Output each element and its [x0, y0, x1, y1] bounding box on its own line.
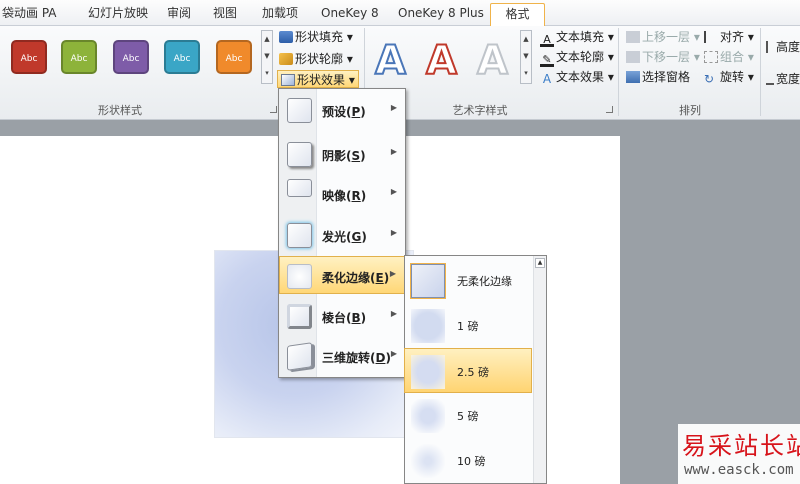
- bevel-icon: [287, 304, 312, 329]
- submenu-arrow-icon: ▶: [390, 228, 397, 237]
- tab-review[interactable]: 审阅: [167, 3, 197, 26]
- align-icon: [704, 31, 718, 43]
- shape-style-swatch-red[interactable]: Abc: [11, 40, 47, 74]
- menu-item-reflection[interactable]: 映像(R) ▶: [280, 175, 405, 213]
- soft-edge-option-1pt[interactable]: 1 磅: [405, 303, 533, 348]
- shape-style-swatch-purple[interactable]: Abc: [113, 40, 149, 74]
- shape-styles-group-label: 形状样式: [98, 104, 142, 117]
- text-fill-button[interactable]: A 文本填充 ▾: [540, 28, 614, 47]
- submenu-arrow-icon: ▶: [389, 269, 396, 278]
- wordart-dialog-launcher-icon[interactable]: [606, 106, 613, 113]
- align-button[interactable]: 对齐 ▾: [704, 28, 754, 46]
- tab-addins[interactable]: 加载项: [262, 3, 306, 26]
- tab-view[interactable]: 视图: [213, 3, 243, 26]
- paint-bucket-icon: [279, 31, 293, 43]
- group-button[interactable]: 组合 ▾: [704, 48, 754, 66]
- text-outline-icon: ✎: [540, 54, 554, 67]
- preset-icon: [287, 98, 312, 123]
- tab-pocket-animation[interactable]: 袋动画 PA: [2, 3, 60, 26]
- wordart-sample-blue[interactable]: A: [374, 37, 407, 85]
- submenu-arrow-icon: ▶: [390, 309, 397, 318]
- shadow-icon: [287, 142, 312, 167]
- wordart-gallery-scroll[interactable]: ▲ ▼ ▾: [520, 30, 532, 84]
- text-fill-icon: A: [540, 34, 554, 47]
- soft-edge-option-5pt[interactable]: 5 磅: [405, 393, 533, 438]
- wordart-styles-group-label: 艺术字样式: [452, 104, 508, 117]
- soft-edge-thumbnail: [411, 355, 445, 389]
- shape-style-swatch-orange[interactable]: Abc: [216, 40, 252, 74]
- submenu-scrollbar[interactable]: ▲: [533, 256, 546, 483]
- soft-edge-option-none[interactable]: 无柔化边缘: [405, 258, 533, 303]
- text-effects-icon: A: [542, 72, 552, 86]
- selection-pane-icon: [626, 71, 640, 83]
- shape-effects-button[interactable]: 形状效果 ▾: [277, 70, 359, 88]
- bring-forward-icon: [626, 31, 640, 43]
- ribbon-tab-bar: 袋动画 PA 幻灯片放映 审阅 视图 加载项 OneKey 8 OneKey 8…: [0, 0, 800, 26]
- group-separator: [760, 28, 761, 116]
- soft-edges-submenu: ▲ 无柔化边缘 1 磅 2.5 磅 5 磅 10 磅: [404, 255, 547, 484]
- arrange-group-label: 排列: [679, 104, 701, 117]
- 3d-rotation-icon: [287, 342, 312, 371]
- soft-edge-thumbnail: [411, 444, 445, 478]
- rotate-icon: ↻: [704, 72, 715, 86]
- menu-item-shadow[interactable]: 阴影(S) ▶: [280, 135, 405, 173]
- reflection-icon: [287, 179, 312, 197]
- menu-item-soft-edges[interactable]: 柔化边缘(E) ▶: [279, 256, 405, 294]
- menu-item-glow[interactable]: 发光(G) ▶: [280, 216, 405, 254]
- group-separator: [618, 28, 619, 116]
- shape-style-swatch-green[interactable]: Abc: [61, 40, 97, 74]
- group-icon: [704, 51, 718, 63]
- selection-pane-button[interactable]: 选择窗格: [626, 68, 690, 86]
- shape-styles-gallery-scroll[interactable]: ▲ ▼ ▾: [261, 30, 273, 84]
- shape-effects-icon: [281, 74, 295, 86]
- submenu-arrow-icon: ▶: [390, 147, 397, 156]
- rotate-button[interactable]: ↻ 旋转 ▾: [704, 68, 754, 86]
- tab-slideshow[interactable]: 幻灯片放映: [88, 3, 158, 26]
- width-icon: [766, 73, 774, 85]
- soft-edge-thumbnail: [411, 399, 445, 433]
- submenu-arrow-icon: ▶: [390, 103, 397, 112]
- glow-icon: [287, 223, 312, 248]
- shape-effects-menu: 预设(P) ▶ 阴影(S) ▶ 映像(R) ▶ 发光(G) ▶ 柔化边缘(E) …: [278, 88, 406, 378]
- menu-item-bevel[interactable]: 棱台(B) ▶: [280, 297, 405, 335]
- soft-edges-icon: [287, 264, 312, 289]
- soft-edge-option-10pt[interactable]: 10 磅: [405, 438, 533, 483]
- shape-fill-button[interactable]: 形状填充 ▾: [279, 28, 353, 46]
- height-icon: [766, 41, 774, 53]
- send-backward-icon: [626, 51, 640, 63]
- soft-edge-thumbnail: [410, 263, 446, 299]
- submenu-arrow-icon: ▶: [390, 349, 397, 358]
- submenu-arrow-icon: ▶: [390, 187, 397, 196]
- pencil-icon: [279, 53, 293, 65]
- tab-format[interactable]: 格式: [490, 3, 545, 26]
- soft-edge-thumbnail: [411, 309, 445, 343]
- tab-onekey8[interactable]: OneKey 8: [321, 3, 379, 26]
- wordart-sample-gray[interactable]: A: [476, 37, 509, 85]
- width-field[interactable]: 宽度: [766, 70, 800, 88]
- shape-style-swatch-blue[interactable]: Abc: [164, 40, 200, 74]
- text-effects-button[interactable]: A 文本效果 ▾: [540, 68, 614, 86]
- site-watermark: 易采站长站 www.easck.com: [678, 424, 800, 484]
- text-outline-button[interactable]: ✎ 文本轮廓 ▾: [540, 48, 614, 67]
- scroll-up-icon[interactable]: ▲: [535, 258, 545, 268]
- shape-outline-button[interactable]: 形状轮廓 ▾: [279, 50, 353, 68]
- soft-edge-option-2-5pt[interactable]: 2.5 磅: [404, 348, 532, 393]
- send-backward-button[interactable]: 下移一层 ▾: [626, 48, 700, 66]
- bring-forward-button[interactable]: 上移一层 ▾: [626, 28, 700, 46]
- height-field[interactable]: 高度: [766, 38, 800, 56]
- menu-item-3d-rotation[interactable]: 三维旋转(D) ▶: [280, 337, 405, 375]
- tab-onekey8-plus[interactable]: OneKey 8 Plus: [398, 3, 484, 26]
- wordart-sample-red[interactable]: A: [425, 37, 458, 85]
- shape-styles-dialog-launcher-icon[interactable]: [270, 106, 277, 113]
- menu-item-preset[interactable]: 预设(P) ▶: [280, 91, 405, 129]
